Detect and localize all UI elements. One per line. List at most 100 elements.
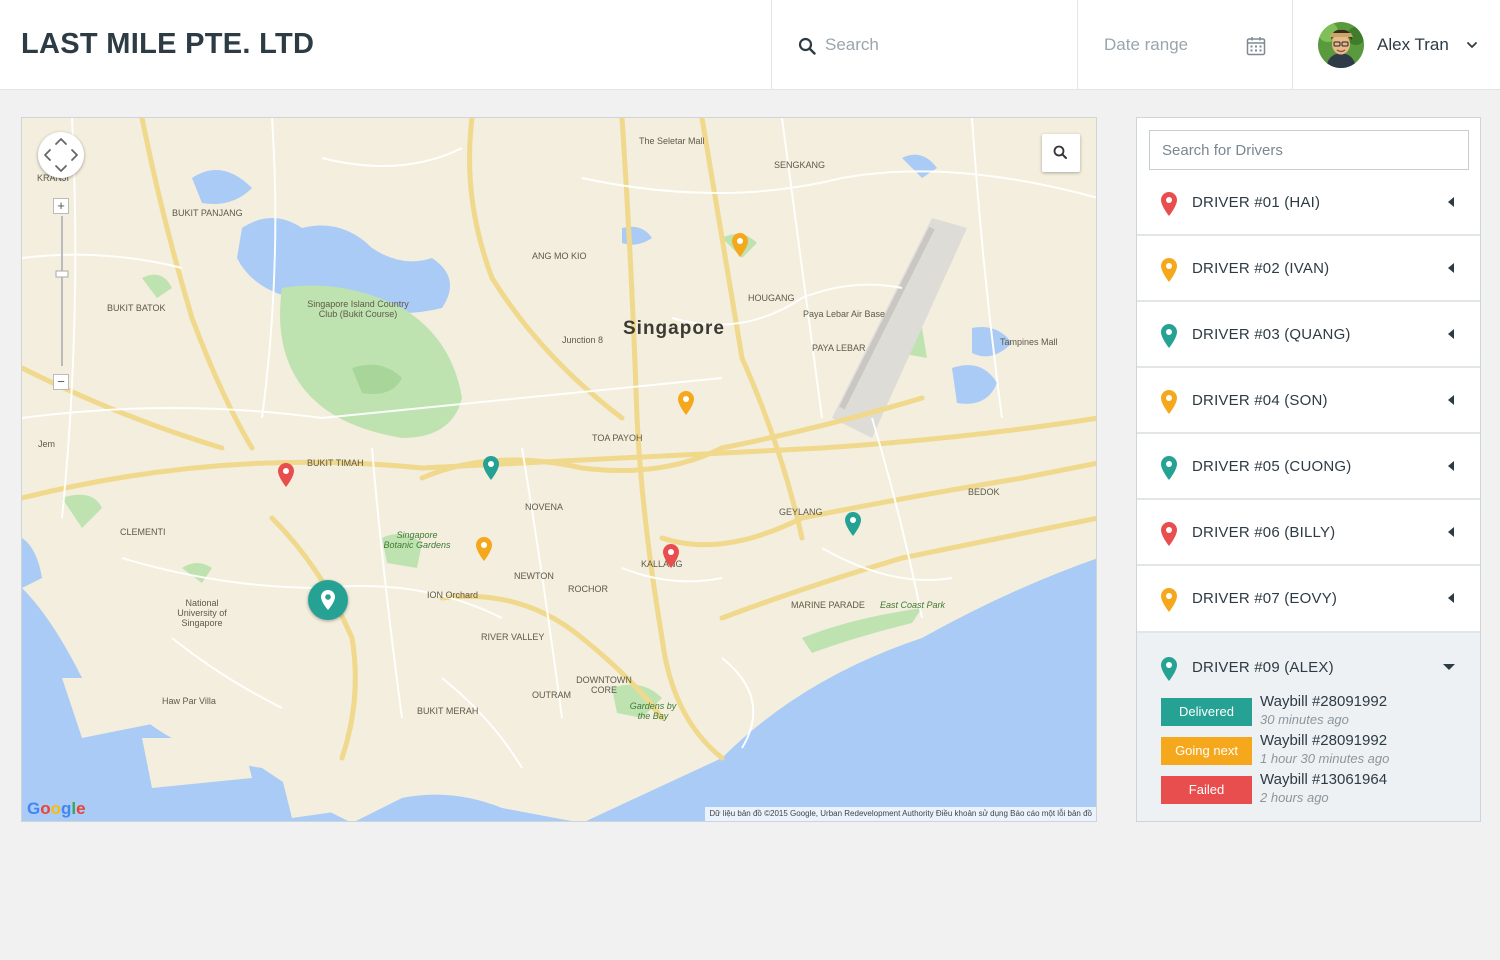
map-place-label: The Seletar Mall: [639, 136, 705, 146]
map-place-label: ANG MO KIO: [532, 251, 587, 261]
status-badge: Failed: [1161, 776, 1252, 804]
zoom-slider[interactable]: [55, 216, 69, 366]
waybill-time: 1 hour 30 minutes ago: [1260, 751, 1390, 766]
date-range-placeholder: Date range: [1104, 35, 1189, 54]
caret-left-icon: [1448, 527, 1454, 537]
map-place-label: DOWNTOWN CORE: [576, 675, 632, 695]
caret-down-icon: [1443, 664, 1455, 670]
map-pin-icon: [321, 590, 335, 610]
driver-label: DRIVER #09 (ALEX): [1192, 659, 1334, 676]
map-place-label: Tampines Mall: [1000, 337, 1058, 347]
waybill-title: Waybill #28091992: [1260, 732, 1388, 749]
driver-marker[interactable]: [476, 537, 492, 561]
caret-left-icon: [1448, 197, 1454, 207]
map-tiles: [22, 118, 1096, 821]
waybill-item[interactable]: Failed Waybill #13061964 2 hours ago: [1161, 771, 1461, 809]
waybill-time: 30 minutes ago: [1260, 712, 1349, 727]
google-logo: Google: [27, 799, 86, 818]
map-place-label: East Coast Park: [880, 600, 946, 610]
caret-left-icon: [1448, 593, 1454, 603]
map-place-label: ION Orchard: [427, 590, 479, 600]
driver-row[interactable]: DRIVER #04 (SON): [1137, 368, 1480, 434]
driver-row[interactable]: DRIVER #01 (HAI): [1137, 170, 1480, 236]
map-pin-icon: [1161, 657, 1177, 681]
map-place-label: Jem: [38, 439, 56, 449]
company-name: LAST MILE PTE. LTD: [21, 28, 315, 60]
waybill-item[interactable]: Delivered Waybill #28091992 30 minutes a…: [1161, 693, 1461, 731]
user-name: Alex Tran: [1377, 35, 1449, 54]
global-search[interactable]: Search: [772, 0, 1077, 90]
map-place-label: BUKIT PANJANG: [172, 208, 243, 218]
driver-label: DRIVER #04 (SON): [1192, 392, 1328, 409]
status-badge: Delivered: [1161, 698, 1252, 726]
global-search-placeholder: Search: [825, 35, 879, 54]
driver-label: DRIVER #07 (EOVY): [1192, 590, 1338, 607]
map-place-label: National University of Singapore: [177, 598, 227, 628]
map-pan-control[interactable]: [38, 132, 84, 178]
status-badge: Going next: [1161, 737, 1252, 765]
driver-label: DRIVER #01 (HAI): [1192, 194, 1321, 211]
map-place-label: NEWTON: [514, 571, 554, 581]
user-avatar[interactable]: [1318, 22, 1364, 68]
selected-driver-marker[interactable]: [308, 580, 348, 620]
zoom-out-button[interactable]: −: [53, 374, 69, 390]
driver-row[interactable]: DRIVER #02 (IVAN): [1137, 236, 1480, 302]
waybill-title: Waybill #28091992: [1260, 693, 1388, 710]
pan-arrows-icon: [44, 138, 78, 172]
map-pin-icon: [1161, 390, 1177, 414]
map-place-label: MARINE PARADE: [791, 600, 865, 610]
map-place-label: ROCHOR: [568, 584, 608, 594]
driver-row-expanded[interactable]: DRIVER #09 (ALEX) Delivered Waybill #280…: [1137, 633, 1480, 821]
map-pin-icon: [1161, 192, 1177, 216]
map-place-label: Haw Par Villa: [162, 696, 216, 706]
map-pin-icon: [1161, 324, 1177, 348]
driver-marker[interactable]: [678, 391, 694, 415]
map-place-label: SENGKANG: [774, 160, 826, 170]
zoom-in-button[interactable]: +: [53, 198, 69, 214]
city-label: Singapore: [623, 318, 725, 339]
map-place-label: RIVER VALLEY: [481, 632, 545, 642]
search-icon: [798, 37, 816, 55]
top-header: LAST MILE PTE. LTD Search Date range Ale…: [0, 0, 1500, 90]
map-place-label: NOVENA: [525, 502, 564, 512]
driver-marker[interactable]: [663, 544, 679, 568]
driver-row[interactable]: DRIVER #07 (EOVY): [1137, 566, 1480, 633]
chevron-down-icon: [1467, 42, 1477, 48]
caret-left-icon: [1448, 461, 1454, 471]
driver-marker[interactable]: [278, 463, 294, 487]
map-attribution[interactable]: Dữ liệu bản đồ ©2015 Google, Urban Redev…: [705, 807, 1096, 821]
map-place-label: BUKIT MERAH: [417, 706, 479, 716]
map-pin-icon: [1161, 588, 1177, 612]
driver-label: DRIVER #03 (QUANG): [1192, 326, 1351, 343]
map-pin-icon: [1161, 522, 1177, 546]
map-place-label: OUTRAM: [532, 690, 571, 700]
map-place-label: GEYLANG: [779, 507, 823, 517]
map-pin-icon: [1161, 456, 1177, 480]
driver-row[interactable]: DRIVER #05 (CUONG): [1137, 434, 1480, 500]
map-place-label: Paya Lebar Air Base: [803, 309, 886, 319]
map-place-label: BUKIT TIMAH: [307, 458, 364, 468]
map-place-label: Junction 8: [562, 335, 604, 345]
waybill-title: Waybill #13061964: [1260, 771, 1388, 788]
map-view[interactable]: Singapore The Seletar Mall SENGKANG ANG …: [21, 117, 1097, 822]
map-place-label: Singapore Botanic Gardens: [383, 530, 451, 550]
map-place-label: Gardens by the Bay: [629, 701, 677, 721]
map-search-button[interactable]: [1042, 134, 1080, 172]
calendar-icon: [1246, 37, 1266, 56]
driver-search-input[interactable]: [1149, 130, 1469, 170]
caret-left-icon: [1448, 329, 1454, 339]
waybill-item[interactable]: Going next Waybill #28091992 1 hour 30 m…: [1161, 732, 1461, 770]
driver-marker[interactable]: [732, 233, 748, 257]
driver-row[interactable]: DRIVER #06 (BILLY): [1137, 500, 1480, 566]
map-place-label: Singapore Island Country Club (Bukit Cou…: [307, 299, 409, 319]
driver-label: DRIVER #06 (BILLY): [1192, 524, 1336, 541]
date-range-picker[interactable]: Date range: [1078, 0, 1292, 90]
map-place-label: TOA PAYOH: [592, 433, 643, 443]
caret-left-icon: [1448, 395, 1454, 405]
driver-marker[interactable]: [845, 512, 861, 536]
driver-marker[interactable]: [483, 456, 499, 480]
user-menu[interactable]: Alex Tran: [1293, 0, 1500, 90]
driver-row[interactable]: DRIVER #03 (QUANG): [1137, 302, 1480, 368]
caret-left-icon: [1448, 263, 1454, 273]
map-pin-icon: [1161, 258, 1177, 282]
